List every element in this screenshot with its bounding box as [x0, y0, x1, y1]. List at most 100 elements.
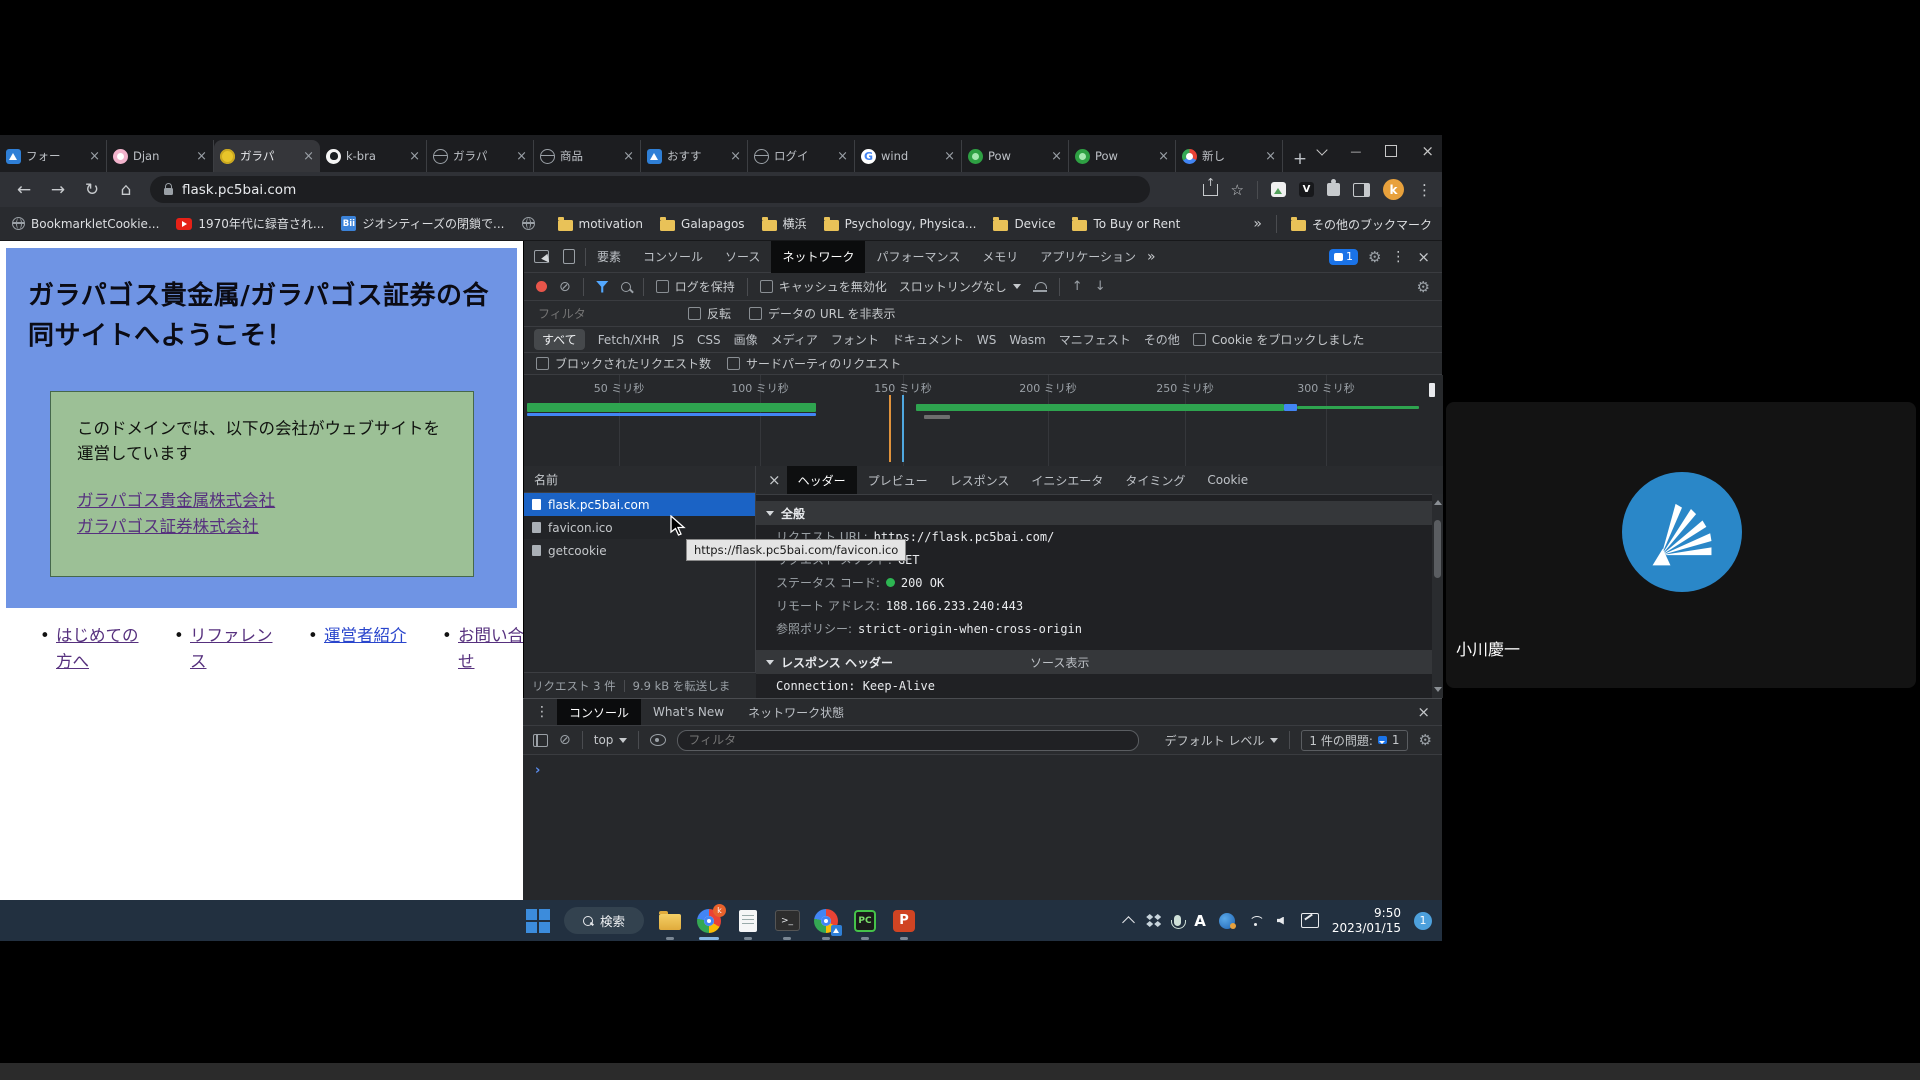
search-icon[interactable] [621, 282, 631, 292]
nav-link[interactable]: はじめての方へ [56, 626, 139, 671]
browser-tab[interactable]: ガラパ [427, 140, 534, 172]
forward-icon[interactable]: → [48, 180, 68, 200]
bookmark-item[interactable]: 1970年代に録音され... [176, 215, 324, 232]
drawer-menu-icon[interactable] [535, 704, 549, 720]
chrome-button[interactable]: k [696, 908, 722, 934]
console-settings-icon[interactable] [1419, 731, 1432, 749]
detail-close-icon[interactable] [768, 471, 781, 489]
tab-preview[interactable]: プレビュー [857, 466, 939, 494]
bookmark-folder[interactable]: To Buy or Rent [1072, 217, 1180, 231]
tab-close-icon[interactable] [1265, 150, 1276, 163]
request-row-selected[interactable]: flask.pc5bai.com [524, 493, 755, 516]
request-row[interactable]: favicon.ico [524, 516, 755, 539]
bookmark-item[interactable]: ジオシティーズの閉鎖で... [341, 215, 504, 232]
clear-console-icon[interactable] [559, 732, 571, 748]
start-button[interactable] [525, 908, 551, 934]
wifi-icon[interactable] [1248, 916, 1264, 926]
tab-application[interactable]: アプリケーション [1029, 241, 1147, 273]
tab-close-icon[interactable] [303, 150, 314, 163]
extension-image-icon[interactable] [1271, 182, 1286, 197]
dropbox-icon[interactable] [1146, 914, 1161, 927]
browser-tab[interactable]: ログイ [748, 140, 855, 172]
browser-tab[interactable]: Pow [1069, 140, 1176, 172]
tab-response[interactable]: レスポンス [939, 466, 1021, 494]
tab-close-icon[interactable] [730, 150, 741, 163]
assistant-icon[interactable] [1219, 913, 1235, 929]
console-prompt-row[interactable] [523, 755, 1442, 786]
preserve-log-checkbox[interactable]: ログを保持 [656, 278, 735, 295]
issues-badge[interactable]: 1 [1329, 249, 1358, 265]
browser-tab[interactable]: k-bra [320, 140, 427, 172]
nav-link[interactable]: 運営者紹介 [324, 626, 407, 645]
tab-close-icon[interactable] [623, 150, 634, 163]
tab-network-conditions[interactable]: ネットワーク状態 [736, 699, 856, 725]
bookmark-folder[interactable]: Device [993, 217, 1055, 231]
devtools-menu-icon[interactable] [1391, 249, 1405, 265]
general-section-header[interactable]: 全般 [756, 501, 1443, 525]
bookmark-folder[interactable]: motivation [558, 217, 644, 231]
tab-search-chevron-icon[interactable] [1317, 144, 1328, 155]
disable-cache-checkbox[interactable]: キャッシュを無効化 [760, 278, 887, 295]
tab-close-icon[interactable] [1051, 150, 1062, 163]
export-har-icon[interactable] [1095, 279, 1106, 294]
log-level-select[interactable]: デフォルト レベル [1165, 732, 1279, 749]
scroll-up-icon[interactable] [1434, 500, 1442, 505]
filter-chip[interactable]: マニフェスト [1059, 331, 1131, 348]
company-link[interactable]: ガラパゴス貴金属株式会社 [77, 488, 447, 514]
browser-tab[interactable]: おすす [641, 140, 748, 172]
tab-elements[interactable]: 要素 [586, 241, 632, 273]
network-conditions-icon[interactable] [1033, 281, 1047, 292]
browser-tab-active[interactable]: ガラパ [214, 140, 320, 172]
profile-avatar[interactable]: k [1383, 179, 1404, 200]
tab-close-icon[interactable] [516, 150, 527, 163]
share-icon[interactable] [1203, 184, 1218, 196]
company-link[interactable]: ガラパゴス証券株式会社 [77, 514, 447, 540]
back-icon[interactable]: ← [14, 180, 34, 200]
tab-whats-new[interactable]: What's New [641, 699, 736, 725]
bookmark-folder[interactable]: Galapagos [660, 217, 745, 231]
scroll-down-icon[interactable] [1434, 687, 1442, 692]
timeline-scroll-handle[interactable] [1429, 383, 1435, 397]
speaker-icon[interactable] [1277, 917, 1284, 925]
tab-close-icon[interactable] [196, 150, 207, 163]
browser-tab[interactable]: Djan [107, 140, 214, 172]
tab-close-icon[interactable] [837, 150, 848, 163]
tab-cookies[interactable]: Cookie [1196, 466, 1259, 494]
filter-chip[interactable]: ドキュメント [892, 331, 964, 348]
notepad-button[interactable] [735, 908, 761, 934]
tab-network[interactable]: ネットワーク [771, 241, 865, 273]
name-column-header[interactable]: 名前 [524, 466, 755, 493]
browser-tab[interactable]: wind [855, 140, 962, 172]
browser-tab[interactable]: 商品 [534, 140, 641, 172]
file-explorer-button[interactable] [657, 908, 683, 934]
filter-chip[interactable]: Fetch/XHR [598, 333, 660, 347]
devtools-close-icon[interactable] [1417, 248, 1430, 266]
chrome-app-button[interactable] [813, 908, 839, 934]
bookmark-item[interactable] [522, 217, 541, 230]
filter-chip[interactable]: Wasm [1009, 333, 1045, 347]
filter-chip[interactable]: その他 [1144, 331, 1180, 348]
network-timeline[interactable]: 50 ミリ秒 100 ミリ秒 150 ミリ秒 200 ミリ秒 250 ミリ秒 3… [524, 375, 1443, 467]
taskbar-search[interactable]: 検索 [564, 907, 644, 934]
issues-counter[interactable]: 1 件の問題: 1 [1301, 730, 1407, 751]
third-party-checkbox[interactable]: サードパーティのリクエスト [727, 355, 901, 372]
invert-checkbox[interactable]: 反転 [688, 305, 731, 322]
network-filter-input[interactable] [536, 306, 670, 322]
bookmark-star-icon[interactable] [1231, 180, 1244, 199]
extension-v-icon[interactable] [1299, 182, 1314, 197]
tab-headers[interactable]: ヘッダー [787, 466, 857, 494]
tab-memory[interactable]: メモリ [971, 241, 1029, 273]
tab-close-icon[interactable] [1158, 150, 1169, 163]
response-headers-section[interactable]: レスポンス ヘッダー ソース表示 [756, 650, 1443, 674]
participant-tile[interactable]: 小川慶一 [1446, 402, 1916, 688]
view-source-link[interactable]: ソース表示 [1030, 654, 1089, 671]
tab-console[interactable]: コンソール [632, 241, 714, 273]
browser-tab[interactable]: フォー [0, 140, 107, 172]
devtools-settings-icon[interactable] [1368, 248, 1381, 266]
filter-chip[interactable]: メディア [771, 331, 818, 348]
taskbar-clock[interactable]: 9:50 2023/01/15 [1332, 906, 1401, 936]
import-har-icon[interactable] [1072, 279, 1083, 294]
new-tab-button[interactable] [1287, 146, 1313, 172]
record-icon[interactable] [536, 281, 547, 292]
browser-menu-icon[interactable] [1417, 180, 1432, 199]
